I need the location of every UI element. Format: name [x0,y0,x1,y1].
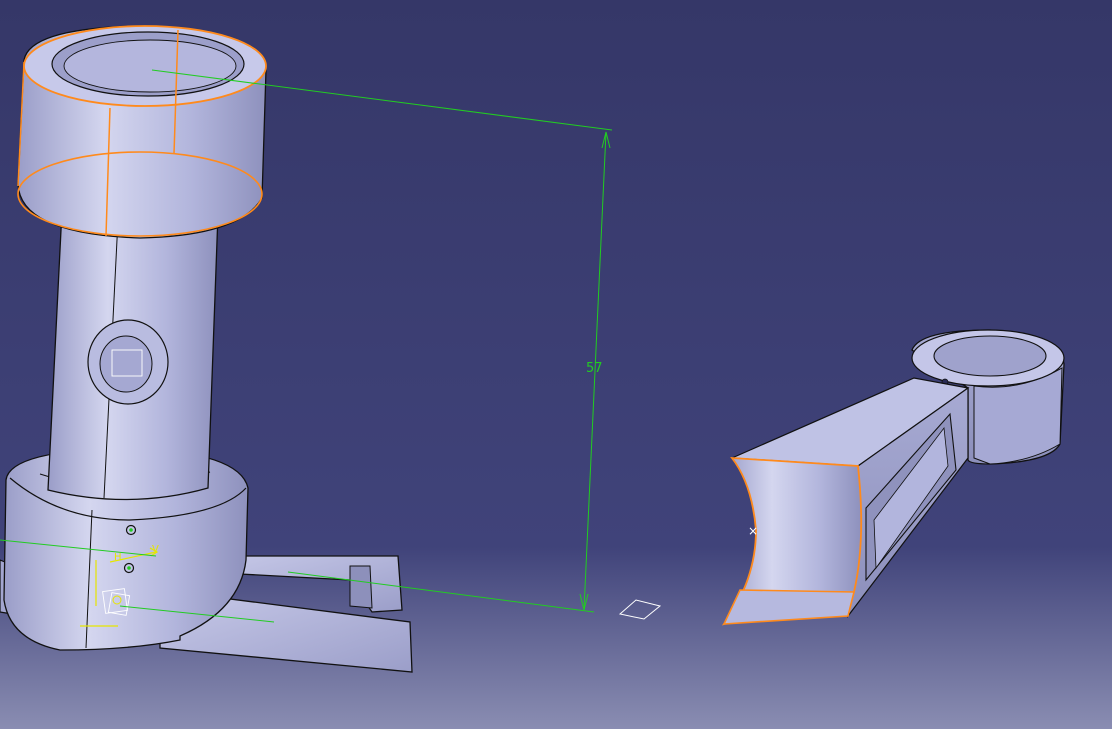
scene-canvas[interactable]: H V 57 × [0,0,1112,729]
cad-3d-viewport[interactable]: H V 57 × [0,0,1112,729]
top-cylinder-bore-inner [63,39,237,93]
column-side-boss-inner [99,335,153,393]
axis-v-label: V [152,544,159,555]
dimension-value[interactable]: 57 [586,361,603,376]
rod-center-marker: × [748,524,758,538]
base-arm-slot [349,565,373,609]
axis-h-label: H [114,552,122,563]
rod-big-end-bore[interactable] [933,335,1047,377]
